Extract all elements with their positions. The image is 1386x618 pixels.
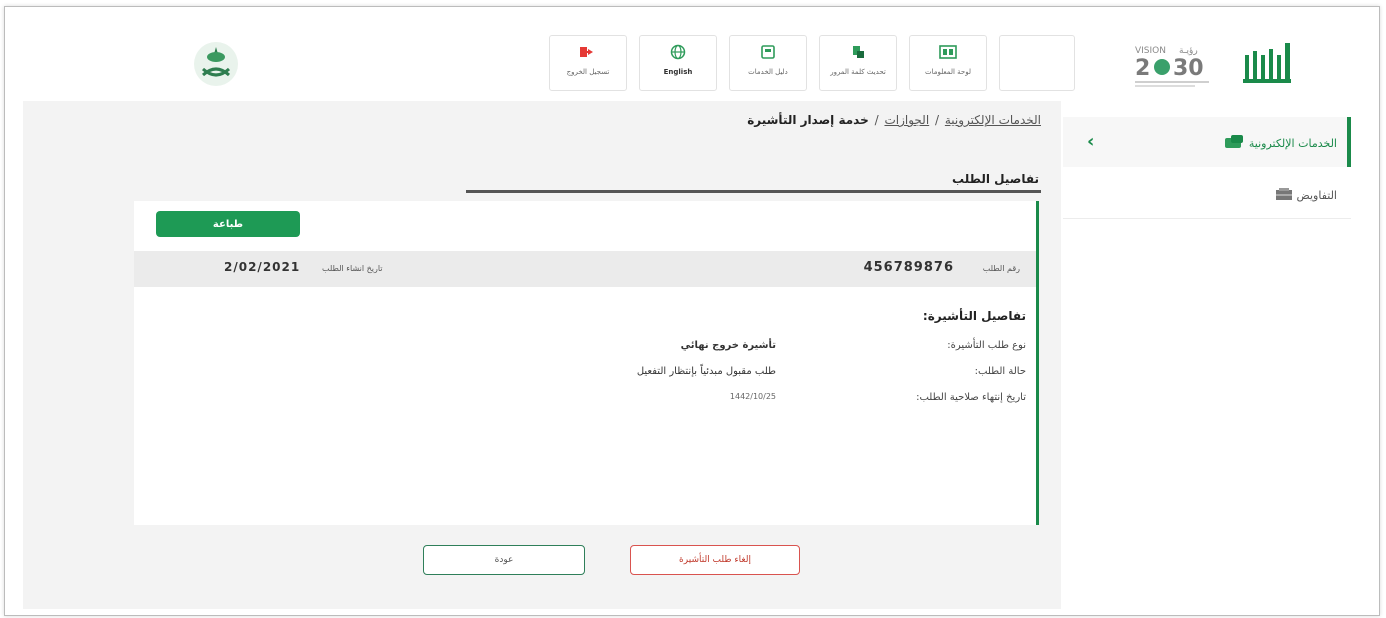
logout-button[interactable]: تسجيل الخروج — [549, 35, 627, 91]
absher-logo — [1241, 37, 1301, 89]
request-status-value: طلب مقبول مبدئياً بإنتظار التفعيل — [636, 366, 776, 377]
logout-icon — [578, 42, 598, 62]
breadcrumb: الخدمات الإلكترونية / الجوازات / خدمة إص… — [747, 113, 1041, 127]
vision-2030-logo: VISION رؤيـة 2 30 — [1133, 39, 1225, 89]
logout-label: تسجيل الخروج — [566, 68, 610, 76]
delegation-icon — [1275, 187, 1293, 204]
page: تسجيل الخروج English دليل الخدمات تحديث … — [23, 27, 1373, 609]
back-button[interactable]: عودة — [423, 545, 585, 575]
created-date-value: 2/02/2021 — [224, 260, 301, 274]
update-info-button[interactable]: تحديث كلمة المرور — [819, 35, 897, 91]
cancel-visa-request-button[interactable]: إلغاء طلب التأشيرة — [630, 545, 800, 575]
section-title: تفاصيل الطلب — [952, 172, 1039, 186]
browser-frame: تسجيل الخروج English دليل الخدمات تحديث … — [4, 6, 1380, 616]
svg-text:VISION: VISION — [1135, 46, 1166, 56]
breadcrumb-separator: / — [935, 113, 940, 127]
sidebar-item-eservices[interactable]: ‹ الخدمات الإلكترونية — [1063, 117, 1351, 167]
svg-text:30: 30 — [1173, 56, 1204, 81]
user-button[interactable] — [999, 35, 1075, 91]
visa-details-title: تفاصيل التأشيرة: — [922, 309, 1026, 323]
visa-type-label: نوع طلب التأشيرة: — [947, 340, 1026, 351]
main-content: الخدمات الإلكترونية / الجوازات / خدمة إص… — [23, 101, 1061, 609]
expiry-date-value: 1442/10/25 — [729, 392, 776, 401]
header-toolbar: تسجيل الخروج English دليل الخدمات تحديث … — [549, 35, 1075, 93]
update-info-icon — [848, 42, 868, 62]
services-guide-button[interactable]: دليل الخدمات — [729, 35, 807, 91]
svg-text:رؤيـة: رؤيـة — [1179, 46, 1198, 56]
sidebar-item-eservices-text: الخدمات الإلكترونية — [1248, 137, 1337, 150]
sidebar-item-delegations-text: التفاويض — [1296, 189, 1338, 202]
breadcrumb-current: خدمة إصدار التأشيرة — [747, 113, 869, 127]
sidebar-item-delegations[interactable]: التفاويض — [1063, 175, 1351, 219]
print-button[interactable]: طباعة — [156, 211, 300, 237]
breadcrumb-root-link[interactable]: الخدمات الإلكترونية — [945, 113, 1041, 127]
request-details-card: طباعة رقم الطلب 456789876 تاريخ انشاء ال… — [134, 201, 1039, 525]
svg-text:2: 2 — [1135, 56, 1150, 81]
request-status-label: حالة الطلب: — [974, 366, 1026, 377]
language-label: English — [663, 68, 693, 76]
language-button[interactable]: English — [639, 35, 717, 91]
services-guide-icon — [758, 42, 778, 62]
dashboard-button[interactable]: لوحة المعلومات — [909, 35, 987, 91]
breadcrumb-parent-link[interactable]: الجوازات — [884, 113, 929, 127]
expiry-date-label: تاريخ إنتهاء صلاحية الطلب: — [916, 392, 1026, 403]
section-divider — [466, 190, 1041, 193]
sidebar: ‹ الخدمات الإلكترونية التفاويض — [1063, 101, 1351, 609]
request-number-label: رقم الطلب — [982, 264, 1020, 273]
services-guide-label: دليل الخدمات — [748, 68, 788, 76]
dashboard-icon — [938, 42, 958, 62]
sidebar-item-label: التفاويض — [1275, 187, 1338, 204]
globe-icon — [668, 42, 688, 62]
header: تسجيل الخروج English دليل الخدمات تحديث … — [23, 27, 1373, 99]
sidebar-item-label: الخدمات الإلكترونية — [1223, 134, 1337, 153]
created-date-label: تاريخ انشاء الطلب — [322, 264, 383, 273]
request-number-value: 456789876 — [863, 260, 954, 275]
visa-type-value: تأشيرة خروج نهائي — [680, 340, 776, 351]
saudi-emblem-logo — [191, 39, 241, 89]
services-icon — [1223, 134, 1245, 153]
chevron-left-icon: ‹ — [1087, 131, 1095, 152]
update-info-label: تحديث كلمة المرور — [830, 68, 886, 76]
request-summary-row: رقم الطلب 456789876 تاريخ انشاء الطلب 2/… — [134, 251, 1036, 287]
dashboard-label: لوحة المعلومات — [925, 68, 971, 76]
breadcrumb-separator: / — [874, 113, 879, 127]
